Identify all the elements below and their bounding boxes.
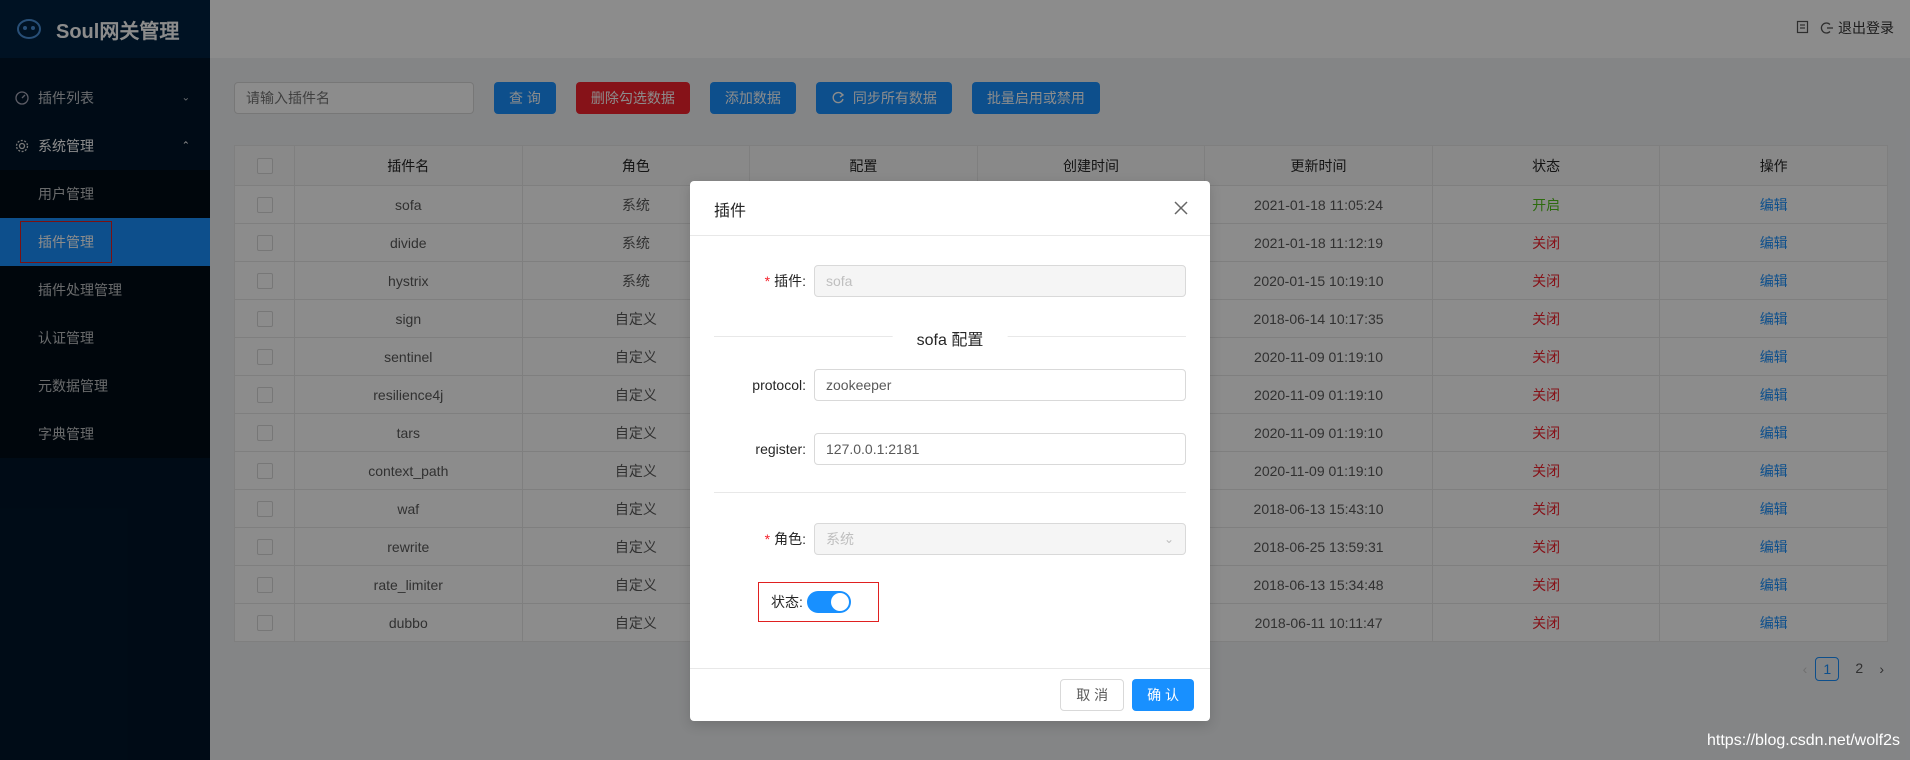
plugin-row: * 插件: bbox=[714, 265, 1186, 297]
status-row: 状态: bbox=[758, 582, 879, 622]
status-toggle[interactable] bbox=[806, 591, 851, 613]
protocol-row: protocol: bbox=[714, 369, 1186, 401]
chevron-down-icon: ⌄ bbox=[1163, 532, 1174, 546]
role-select-value: 系统 bbox=[826, 531, 854, 547]
plugin-modal: 插件 *插件: sofa 配置 protocol: register: *角色:… bbox=[690, 181, 1210, 721]
role-row: * 角色: 系统 ⌄ bbox=[714, 523, 1186, 555]
role-label: * 角色: bbox=[764, 531, 806, 547]
register-field[interactable] bbox=[814, 433, 1186, 465]
protocol-label: protocol: bbox=[752, 377, 806, 393]
confirm-button[interactable]: 确 认 bbox=[1132, 679, 1194, 711]
modal-footer: 取 消 确 认 bbox=[690, 668, 1210, 721]
status-label: 状态: bbox=[771, 594, 803, 610]
register-label: register: bbox=[755, 441, 806, 457]
register-row: register: bbox=[714, 433, 1186, 465]
close-icon[interactable] bbox=[1172, 199, 1190, 217]
plugin-label: * 插件: bbox=[764, 273, 806, 289]
plugin-field bbox=[814, 265, 1186, 297]
config-divider: sofa 配置 bbox=[714, 326, 1186, 350]
toggle-knob bbox=[830, 593, 849, 611]
cancel-button[interactable]: 取 消 bbox=[1060, 679, 1125, 711]
modal-title: 插件 bbox=[714, 203, 747, 220]
config-section-title: sofa 配置 bbox=[892, 326, 1008, 350]
role-select: 系统 ⌄ bbox=[814, 523, 1186, 555]
watermark: https://blog.csdn.net/wolf2s bbox=[1707, 732, 1900, 749]
modal-header: 插件 bbox=[690, 181, 1210, 236]
form-divider bbox=[714, 492, 1186, 493]
protocol-field[interactable] bbox=[814, 369, 1186, 401]
